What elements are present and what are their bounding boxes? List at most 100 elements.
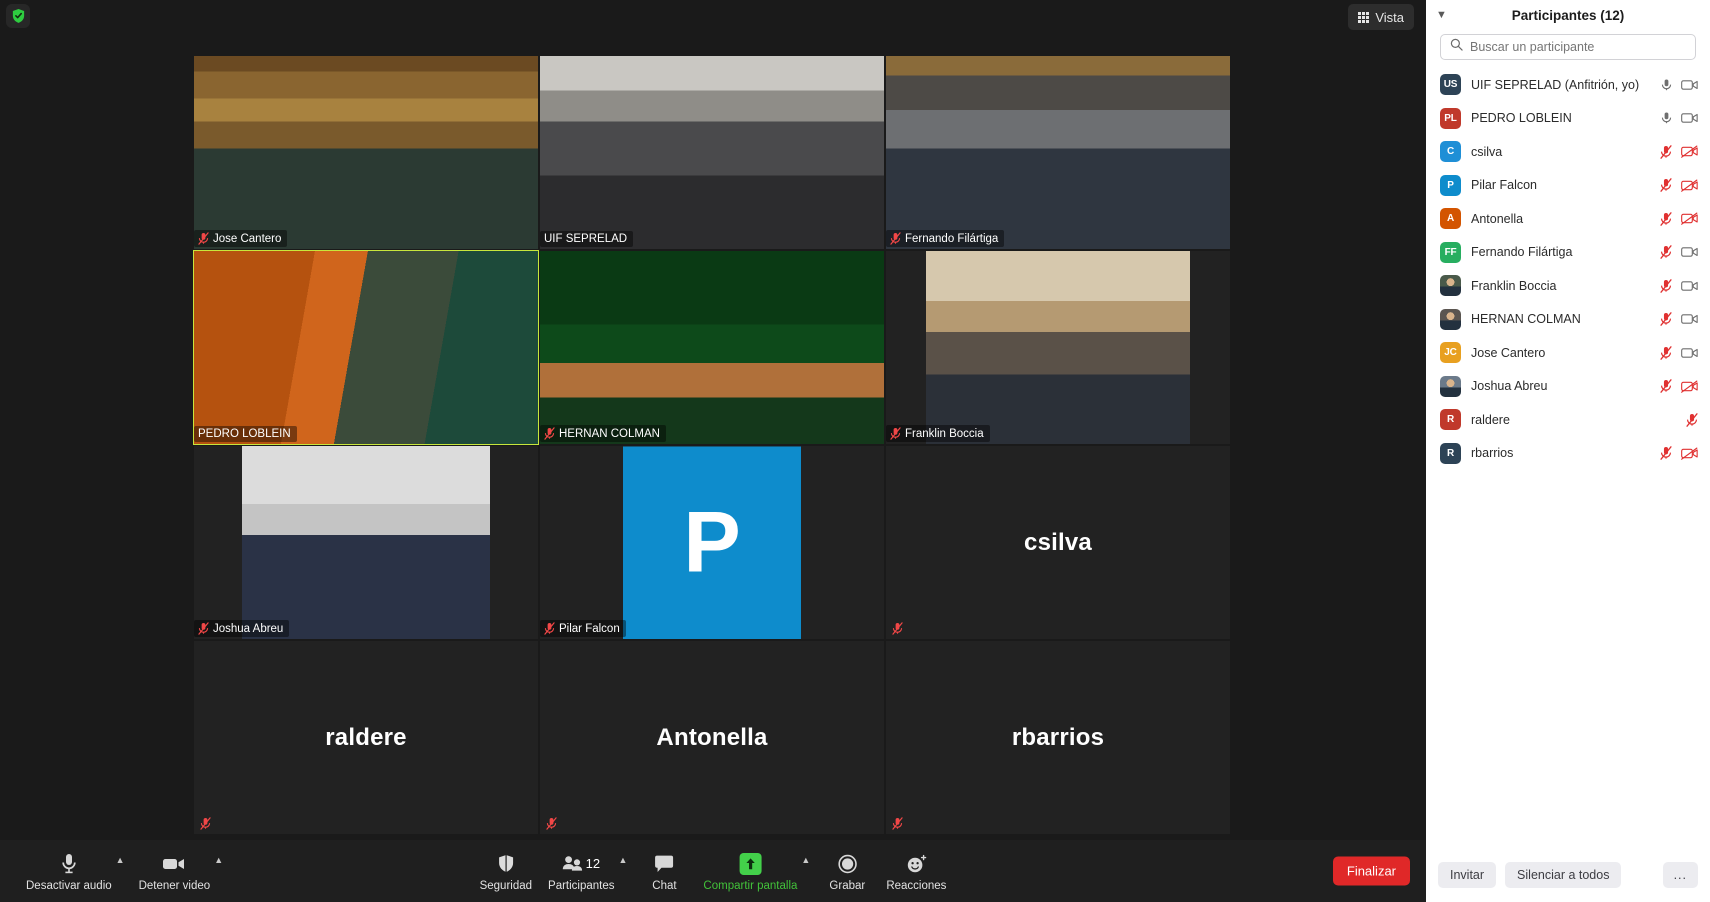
more-options-button[interactable]: ... [1662,862,1698,888]
participants-panel-footer: Invitar Silenciar a todos ... [1426,848,1710,902]
tile-name-overlay: Franklin Boccia [886,425,990,442]
participant-mic-icon[interactable] [1660,446,1672,461]
participants-options-caret[interactable]: ▲ [619,855,628,865]
participant-tile[interactable]: rbarrios [885,640,1231,835]
participant-mic-icon[interactable] [1661,111,1672,125]
shield-icon [497,853,514,875]
participant-mic-icon[interactable] [1661,78,1672,92]
participant-mic-icon[interactable] [1660,345,1672,360]
tile-name-overlay: UIF SEPRELAD [540,231,634,247]
tile-name-label: HERNAN COLMAN [559,427,660,440]
security-button[interactable]: Seguridad [472,849,540,894]
participant-tile[interactable]: Jose Cantero [193,55,539,250]
microphone-icon [1661,79,1672,90]
tile-display-name: Antonella [656,723,768,751]
participant-row[interactable]: Franklin Boccia [1426,269,1710,303]
record-button[interactable]: Grabar [816,849,878,894]
stop-video-button[interactable]: Detener video [131,849,219,894]
stop-video-label: Detener video [138,879,211,892]
participant-list[interactable]: US UIF SEPRELAD (Anfitrión, yo) PL PEDRO LO… [1426,68,1710,848]
participant-row[interactable]: Ccsilva [1426,135,1710,169]
participant-row[interactable]: Joshua Abreu [1426,370,1710,404]
reactions-button[interactable]: Reacciones [878,849,954,894]
participant-camera-icon[interactable] [1681,145,1698,159]
participant-mic-icon[interactable] [1660,379,1672,394]
tile-name-overlay: Pilar Falcon [540,620,626,637]
participant-mic-icon[interactable] [1686,412,1698,427]
view-button[interactable]: Vista [1348,4,1414,30]
participant-tile[interactable]: Antonella [539,640,885,835]
camera-icon [1681,113,1698,123]
participant-camera-icon[interactable] [1681,380,1698,393]
participant-camera-icon[interactable] [1681,79,1698,91]
record-circle-icon [837,853,857,875]
tile-name-overlay [194,815,217,832]
mute-all-button[interactable]: Silenciar a todos [1505,862,1622,888]
participant-row[interactable]: HERNAN COLMAN [1426,303,1710,337]
participant-search-box[interactable] [1440,34,1696,60]
participant-camera-icon[interactable] [1681,212,1698,226]
participant-camera-icon[interactable] [1681,280,1698,292]
participant-status-icons [1660,144,1698,159]
participants-panel-title: Participantes (12) [1511,7,1625,23]
participant-tile[interactable]: P Pilar Falcon [539,445,885,640]
mic-off-icon [200,817,211,830]
invite-button[interactable]: Invitar [1438,862,1497,888]
participant-row[interactable]: A Antonella [1426,202,1710,236]
mute-audio-button[interactable]: Desactivar audio [18,849,120,894]
avatar: P [1440,174,1461,196]
participant-camera-icon[interactable] [1681,313,1698,325]
participant-tile[interactable]: PEDRO LOBLEIN [193,250,539,445]
tile-name-overlay [540,815,563,832]
audio-options-caret[interactable]: ▲ [116,855,125,865]
mic-off-icon [892,622,903,635]
participant-mic-icon[interactable] [1660,278,1672,293]
chat-button[interactable]: Chat [633,849,695,894]
participant-mic-icon[interactable] [1660,312,1672,327]
participant-status-icons [1660,446,1698,461]
participant-tile[interactable]: Fernando Filártiga [885,55,1231,250]
avatar: A [1440,208,1461,230]
participant-status-icons [1660,278,1698,293]
participant-camera-icon[interactable] [1681,246,1698,258]
tile-name-label: Joshua Abreu [213,622,284,635]
participant-camera-icon[interactable] [1681,112,1698,124]
shield-check-icon[interactable] [6,4,30,28]
tile-video [540,56,884,249]
search-input[interactable] [1470,40,1686,54]
participant-tile[interactable]: Franklin Boccia [885,250,1231,445]
participant-mic-icon[interactable] [1660,245,1672,260]
participant-mic-icon[interactable] [1660,144,1672,159]
participant-mic-icon[interactable] [1660,211,1672,226]
participant-tile[interactable]: Joshua Abreu [193,445,539,640]
tile-name-label: PEDRO LOBLEIN [198,428,291,440]
participant-tile[interactable]: UIF SEPRELAD [539,55,885,250]
chevron-down-icon[interactable]: ▼ [1436,9,1447,21]
participants-count: 12 [585,856,599,871]
participant-status-icons [1660,312,1698,327]
participant-row[interactable]: P Pilar Falcon [1426,169,1710,203]
participant-row[interactable]: JC Jose Cantero [1426,336,1710,370]
avatar: PL [1440,107,1461,129]
participant-row[interactable]: PL PEDRO LOBLEIN [1426,102,1710,136]
participant-camera-icon[interactable] [1681,347,1698,359]
camera-off-icon [1681,380,1698,393]
participant-row[interactable]: Rraldere [1426,403,1710,437]
participant-row[interactable]: Rrbarrios [1426,437,1710,471]
tile-display-name: raldere [325,723,407,751]
participant-tile[interactable]: csilva [885,445,1231,640]
share-screen-button[interactable]: Compartir pantalla [695,849,805,894]
participant-camera-icon[interactable] [1681,179,1698,192]
participants-button[interactable]: 12 Participantes [540,849,622,894]
participant-row[interactable]: FF Fernando Filártiga [1426,236,1710,270]
participant-name: Franklin Boccia [1471,278,1557,293]
participant-row[interactable]: US UIF SEPRELAD (Anfitrión, yo) [1426,68,1710,102]
end-meeting-button[interactable]: Finalizar [1332,856,1410,886]
video-options-caret[interactable]: ▲ [214,855,223,865]
share-options-caret[interactable]: ▲ [801,855,810,865]
participant-tile[interactable]: raldere [193,640,539,835]
participant-camera-icon[interactable] [1681,447,1698,460]
participant-tile[interactable]: HERNAN COLMAN [539,250,885,445]
participant-mic-icon[interactable] [1660,178,1672,193]
participant-name: raldere [1471,412,1510,427]
